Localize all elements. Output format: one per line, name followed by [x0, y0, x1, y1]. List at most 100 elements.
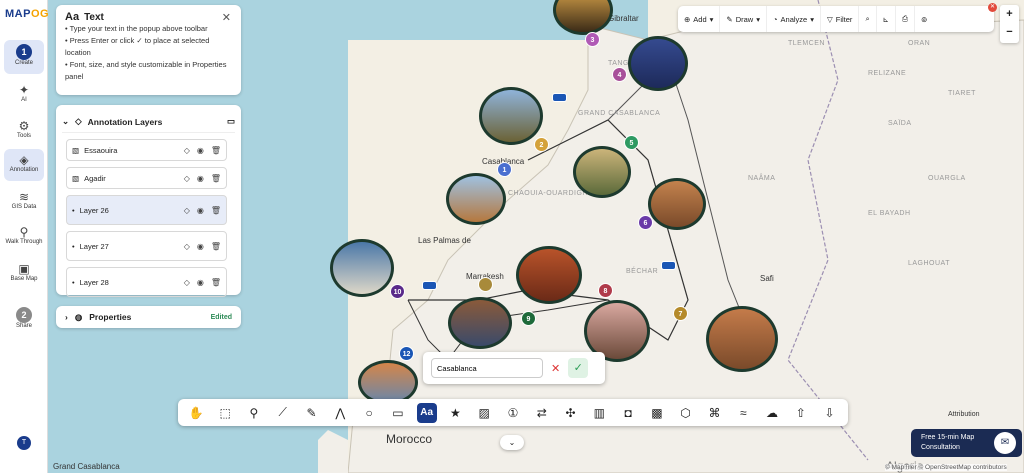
- collapse-toolbar-button[interactable]: ⌄: [500, 435, 524, 450]
- route-marker-12[interactable]: 12: [399, 346, 414, 361]
- hand-icon[interactable]: ✋: [186, 403, 206, 423]
- weather-icon[interactable]: ☁: [762, 403, 782, 423]
- consultation-button[interactable]: Free 15-min Map Consultation ✉: [911, 429, 1022, 457]
- cancel-button[interactable]: ✕: [551, 362, 560, 375]
- mapog-logo[interactable]: MAPOG: [5, 8, 49, 20]
- search-button[interactable]: ⌕: [859, 6, 877, 32]
- rail-create[interactable]: 1 Create: [4, 40, 44, 74]
- route-marker[interactable]: [478, 277, 493, 292]
- image-icon[interactable]: ▨: [474, 403, 494, 423]
- route-marker-3[interactable]: 3: [585, 32, 600, 47]
- route-marker-9[interactable]: 9: [521, 311, 536, 326]
- photo-marker[interactable]: [330, 239, 394, 297]
- route-marker-6[interactable]: 6: [638, 215, 653, 230]
- drag-icon[interactable]: •: [72, 278, 75, 287]
- eye-icon[interactable]: ◉: [197, 146, 204, 155]
- rectangle-icon[interactable]: ▭: [388, 403, 408, 423]
- route-marker-2[interactable]: 2: [534, 137, 549, 152]
- chat-icon[interactable]: ✉: [994, 432, 1016, 454]
- measure-button[interactable]: ⊾: [877, 6, 896, 32]
- layer-row[interactable]: ▧ Agadir ◇ ◉ 🗑: [66, 167, 227, 189]
- camera-icon[interactable]: ◘: [618, 403, 638, 423]
- close-icon[interactable]: ✕: [988, 3, 997, 12]
- buildings-icon[interactable]: ▥: [589, 403, 609, 423]
- upload-icon[interactable]: ⇧: [791, 403, 811, 423]
- polyline-icon[interactable]: ⋀: [330, 403, 350, 423]
- photo-icon[interactable]: ▩: [647, 403, 667, 423]
- route-marker-7[interactable]: 7: [673, 306, 688, 321]
- route-icon[interactable]: ⇄: [532, 403, 552, 423]
- photo-marker[interactable]: [648, 178, 706, 230]
- text-input[interactable]: [431, 358, 543, 378]
- route-marker-5[interactable]: 5: [624, 135, 639, 150]
- wind-icon[interactable]: ≈: [733, 403, 753, 423]
- rail-walk-through[interactable]: ⚲ Walk Through: [4, 225, 44, 245]
- layer-row[interactable]: • Layer 26 ◇ ◉ 🗑: [66, 195, 227, 225]
- locate-icon[interactable]: ◇: [184, 174, 190, 183]
- chevron-down-icon[interactable]: ⌄: [62, 116, 69, 127]
- layer-row[interactable]: ▧ Essaouira ◇ ◉ 🗑: [66, 139, 227, 161]
- photo-marker[interactable]: [573, 146, 631, 198]
- ai-tool-icon[interactable]: ⌘: [704, 403, 724, 423]
- star-icon[interactable]: ★: [445, 403, 465, 423]
- eye-icon[interactable]: ◉: [197, 242, 204, 251]
- cube-icon[interactable]: ⬡: [676, 403, 696, 423]
- eye-icon[interactable]: ◉: [197, 206, 204, 215]
- properties-panel[interactable]: › ◍ Properties Edited: [56, 306, 241, 328]
- folder-icon[interactable]: ▭: [227, 116, 235, 127]
- photo-marker[interactable]: [448, 297, 512, 349]
- photo-marker[interactable]: [479, 87, 543, 145]
- route-marker-10[interactable]: 10: [390, 284, 405, 299]
- circle-icon[interactable]: ○: [359, 403, 379, 423]
- rail-gis-data[interactable]: ≋ GIS Data: [4, 190, 44, 210]
- drag-icon[interactable]: •: [72, 206, 75, 215]
- locate-icon[interactable]: ◇: [184, 242, 190, 251]
- puzzle-icon[interactable]: ✣: [561, 403, 581, 423]
- route-marker-4[interactable]: 4: [612, 67, 627, 82]
- rail-base-map[interactable]: ▣ Base Map: [4, 262, 44, 282]
- rail-annotation[interactable]: ◈ Annotation: [4, 149, 44, 181]
- locate-button[interactable]: ⊚: [915, 6, 933, 32]
- print-button[interactable]: ⎙: [896, 6, 915, 32]
- trash-icon[interactable]: 🗑: [211, 278, 221, 287]
- rail-share[interactable]: 2 Share: [4, 307, 44, 329]
- chevron-right-icon[interactable]: ›: [65, 312, 68, 322]
- layers-header[interactable]: ⌄ ◇ Annotation Layers ▭: [62, 111, 235, 133]
- drag-icon[interactable]: •: [72, 242, 75, 251]
- pen-icon[interactable]: ✎: [302, 403, 322, 423]
- layer-row[interactable]: • Layer 27 ◇ ◉ 🗑: [66, 231, 227, 261]
- trash-icon[interactable]: 🗑: [211, 206, 221, 215]
- photo-marker[interactable]: [516, 246, 582, 304]
- rail-tools[interactable]: ⚙ Tools: [4, 119, 44, 139]
- close-icon[interactable]: ✕: [222, 11, 231, 24]
- download-icon[interactable]: ⇩: [820, 403, 840, 423]
- select-icon[interactable]: ⬚: [215, 403, 235, 423]
- add-button[interactable]: ⊕ Add ▾: [678, 6, 721, 32]
- zoom-out-button[interactable]: −: [1000, 23, 1019, 41]
- attribution-link[interactable]: Attribution: [948, 411, 980, 418]
- route-marker-8[interactable]: 8: [598, 283, 613, 298]
- zoom-in-button[interactable]: +: [1000, 5, 1019, 23]
- eye-icon[interactable]: ◉: [197, 174, 204, 183]
- analyze-button[interactable]: ◔ Analyze ▾: [767, 6, 821, 32]
- line-icon[interactable]: ⟋: [273, 403, 293, 423]
- locate-icon[interactable]: ◇: [184, 206, 190, 215]
- rail-ai[interactable]: ✦ AI: [4, 83, 44, 103]
- confirm-button[interactable]: ✓: [568, 358, 589, 378]
- draw-button[interactable]: ✎ Draw ▾: [720, 6, 767, 32]
- eye-icon[interactable]: ◉: [197, 278, 204, 287]
- photo-marker[interactable]: [628, 36, 688, 91]
- number-icon[interactable]: ①: [503, 403, 523, 423]
- trash-icon[interactable]: 🗑: [211, 242, 221, 251]
- layer-row[interactable]: • Layer 28 ◇ ◉ 🗑: [66, 267, 227, 297]
- avatar[interactable]: T: [17, 436, 31, 450]
- photo-marker[interactable]: [446, 173, 506, 225]
- photo-marker[interactable]: [706, 306, 778, 372]
- filter-button[interactable]: ▽ Filter: [821, 6, 860, 32]
- pin-icon[interactable]: ⚲: [244, 403, 264, 423]
- text-icon[interactable]: Aa: [416, 402, 437, 423]
- trash-icon[interactable]: 🗑: [211, 174, 221, 183]
- route-marker-1[interactable]: 1: [497, 162, 512, 177]
- locate-icon[interactable]: ◇: [184, 146, 190, 155]
- trash-icon[interactable]: 🗑: [211, 146, 221, 155]
